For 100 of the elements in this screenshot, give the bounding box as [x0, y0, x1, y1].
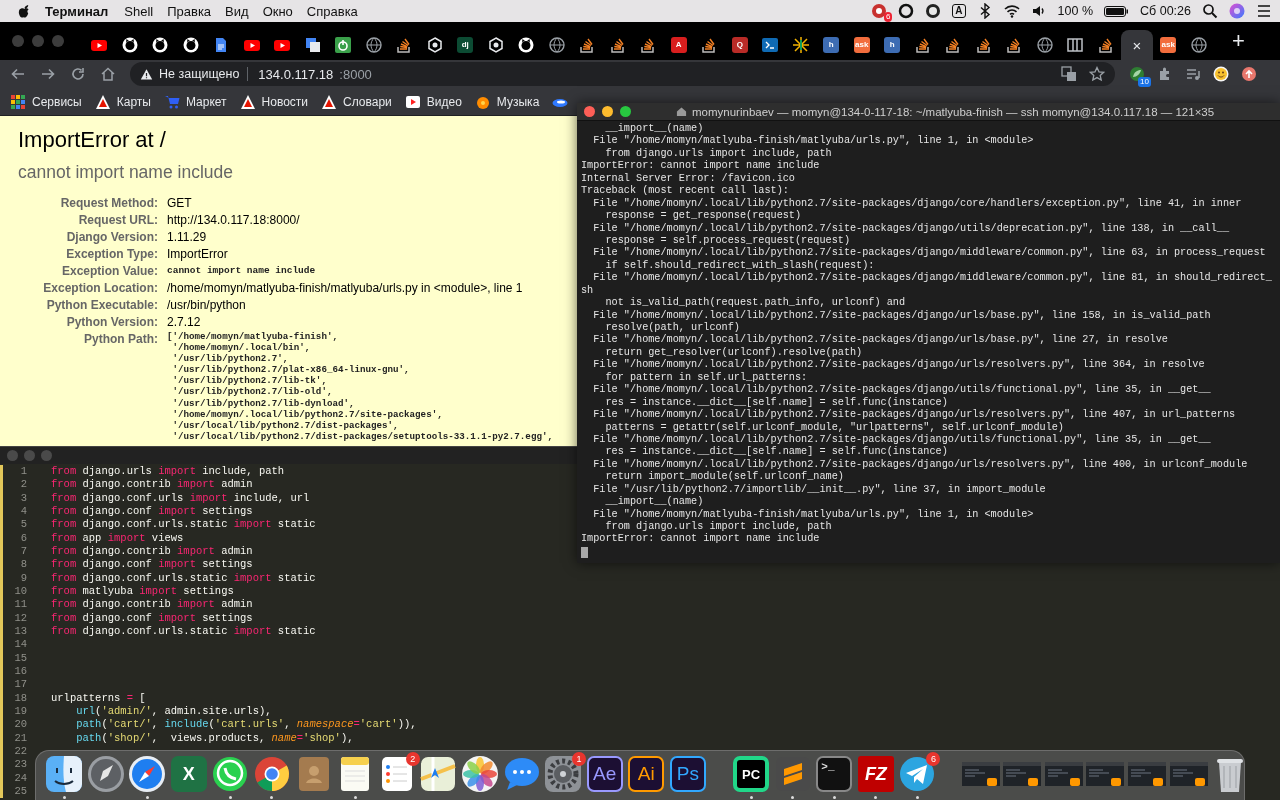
- close-button[interactable]: [584, 106, 595, 117]
- zoom-button[interactable]: [620, 106, 631, 117]
- input-source[interactable]: A: [952, 4, 966, 18]
- bookmark[interactable]: Маркет: [163, 93, 227, 110]
- site-icon: h: [884, 37, 901, 53]
- path-line: '/usr/lib/python2.7/lib-old',: [171, 386, 334, 398]
- reload-icon[interactable]: [70, 66, 86, 82]
- site-icon: h: [823, 37, 840, 53]
- bookmark[interactable]: Сервисы: [10, 93, 82, 110]
- terminal-line: File "/home/momyn/matlyuba-finish/matlyuba/urls.py", line 1, in <module>: [592, 508, 1034, 521]
- new-tab-button[interactable]: +: [1232, 30, 1245, 52]
- circle-icon[interactable]: [898, 3, 915, 19]
- triangle-icon: [321, 93, 337, 110]
- globe-icon: [1036, 37, 1053, 53]
- map-icon[interactable]: [418, 754, 459, 794]
- compass-icon[interactable]: [127, 754, 168, 794]
- smiling-face-icon[interactable]: [44, 754, 84, 794]
- menu-item[interactable]: Терминал: [45, 3, 109, 19]
- rocket-icon[interactable]: [85, 754, 126, 794]
- triangle-icon: [239, 93, 256, 110]
- code-line: from django.conf import settings: [51, 611, 253, 625]
- orb-icon[interactable]: [1229, 3, 1245, 19]
- security-label[interactable]: Не защищено: [159, 67, 249, 81]
- browser-tab[interactable]: h: [877, 30, 908, 60]
- stack-icon: [579, 37, 596, 53]
- list-icon[interactable]: [1256, 3, 1272, 19]
- browser-tab[interactable]: A: [663, 30, 694, 60]
- emoji-icon[interactable]: [1213, 66, 1229, 82]
- flower-icon[interactable]: [459, 754, 500, 794]
- forward-icon[interactable]: [40, 66, 56, 82]
- browser-tab[interactable]: ×: [1121, 30, 1153, 60]
- warning-icon: [140, 67, 153, 81]
- menu-item[interactable]: Окно: [262, 3, 293, 19]
- extension-badge: 10: [1138, 77, 1151, 87]
- terminal-line: File "/home/momyn/.local/lib/python2.7/site-packages/django/urls/resolvers.py", line 407, in url_patterns: [592, 409, 1236, 422]
- terminal-line: sh: [581, 284, 594, 298]
- search-icon[interactable]: [1202, 3, 1218, 19]
- terminal-icon[interactable]: >_: [816, 756, 853, 792]
- browser-tab[interactable]: dj: [450, 30, 481, 60]
- bookmark[interactable]: Музыка: [474, 93, 540, 110]
- path-line: '/usr/lib/python2.7/lib-dynload',: [171, 397, 356, 409]
- terminal-line: ImportError: cannot import name include: [581, 533, 820, 546]
- menu-item[interactable]: Справка: [306, 3, 358, 19]
- update-icon[interactable]: [1241, 66, 1257, 82]
- back-icon[interactable]: [10, 66, 26, 82]
- browser-tab[interactable]: Q: [724, 30, 755, 60]
- field-value: GET: [167, 195, 192, 211]
- app-icon[interactable]: PC: [733, 756, 770, 792]
- app-icon[interactable]: FZ: [857, 756, 894, 792]
- line-number: 3: [19, 491, 27, 505]
- path-line: '/home/momyn/.local/bin',: [171, 342, 312, 354]
- battery-icon[interactable]: [1104, 3, 1130, 19]
- terminal-line: File "/home/momyn/.local/lib/python2.7/site-packages/django/urls/base.py", line 158, in is_valid_path: [592, 309, 1211, 322]
- triangle-icon: [94, 93, 111, 110]
- terminal-line: ImportError: cannot import name include: [581, 160, 820, 173]
- record-icon[interactable]: [871, 3, 888, 19]
- app-icon[interactable]: Ps: [669, 756, 706, 792]
- path-line: '/usr/lib/python2.7/lib-tk',: [171, 375, 328, 387]
- line-number: 18: [13, 691, 27, 705]
- line-number: 21: [13, 731, 27, 745]
- app-icon[interactable]: Ai: [628, 756, 665, 792]
- wifi-icon[interactable]: [1003, 3, 1020, 19]
- bookmark[interactable]: Словари: [321, 93, 392, 110]
- field-label: Python Executable:: [46, 297, 158, 313]
- code-icon: [762, 37, 779, 53]
- translate-icon[interactable]: [1061, 66, 1077, 82]
- close-button[interactable]: ×: [1132, 37, 1142, 53]
- star-icon[interactable]: [1089, 66, 1105, 82]
- terminal-line: for pattern in self.url_patterns:: [604, 371, 808, 384]
- settings-icon[interactable]: [543, 754, 584, 794]
- address-bar[interactable]: Не защищено 134.0.117.18 :8000: [130, 62, 1115, 86]
- stack-icon: [701, 37, 718, 53]
- browser-tab[interactable]: h: [816, 30, 847, 60]
- bookmark[interactable]: Видео: [404, 93, 462, 110]
- bookmark[interactable]: Новости: [239, 93, 308, 110]
- field-value: /usr/bin/python: [167, 297, 246, 313]
- volume-icon[interactable]: [1030, 3, 1047, 19]
- terminal-line: File "/home/momyn/matlyuba-finish/matlyuba/urls.py", line 1, in <module>: [592, 135, 1034, 148]
- menu-item[interactable]: Правка: [167, 3, 212, 19]
- code-line: from django.contrib import admin: [51, 598, 253, 612]
- app-icon[interactable]: Ae: [586, 756, 623, 792]
- field-label: Exception Value:: [61, 263, 158, 279]
- field-value: 1.11.29: [167, 229, 207, 245]
- menu-item[interactable]: Shell: [124, 3, 154, 19]
- playlist-icon[interactable]: [1185, 66, 1201, 82]
- minimize-button[interactable]: [602, 106, 613, 117]
- status-text[interactable]: Сб 00:26: [1140, 4, 1191, 18]
- apple-icon[interactable]: [18, 3, 31, 19]
- notification-badge: 6: [883, 12, 893, 22]
- spreadsheet-icon[interactable]: X: [170, 756, 207, 792]
- path-line: '/home/momyn/.local/lib/python2.7/site-packages',: [171, 408, 444, 420]
- stack-icon: [1006, 37, 1023, 53]
- code-line: path('cart/', include('cart.urls', namespace='cart')),: [75, 718, 417, 732]
- menu-item[interactable]: Вид: [225, 3, 249, 19]
- line-number: 17: [13, 678, 27, 692]
- home-icon[interactable]: [100, 66, 116, 82]
- bookmark[interactable]: Карты: [94, 93, 151, 110]
- line-number: 23: [13, 758, 27, 772]
- line-number: 25: [13, 784, 27, 799]
- status-text[interactable]: 100 %: [1057, 4, 1094, 18]
